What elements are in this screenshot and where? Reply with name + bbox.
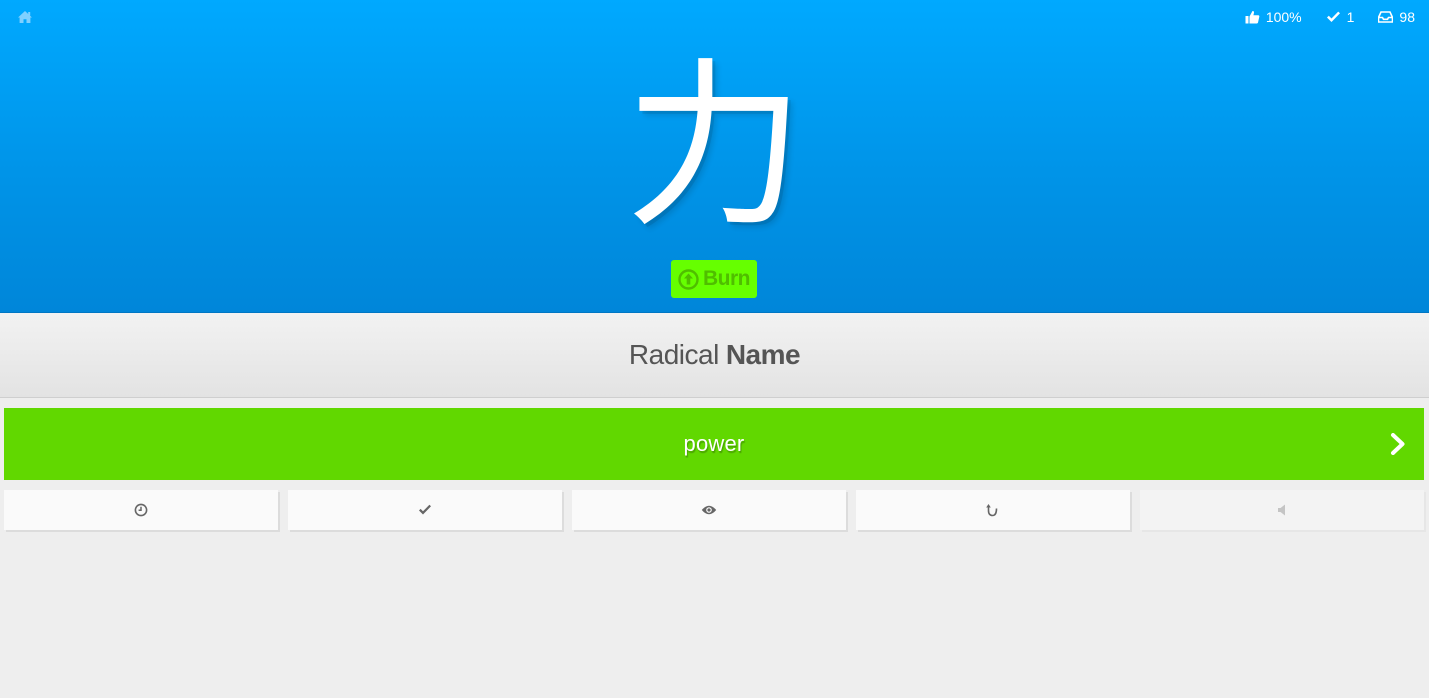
chevron-right-icon xyxy=(1391,433,1405,455)
question-type: Radical xyxy=(628,339,719,370)
success-rate-value: 100% xyxy=(1265,9,1302,25)
retype-button[interactable] xyxy=(856,490,1130,530)
remaining-count-stat: 98 xyxy=(1378,8,1415,26)
stats-bar: 100% 1 98 xyxy=(1221,8,1415,26)
burn-button[interactable]: Burn xyxy=(671,260,757,298)
undo-icon xyxy=(986,504,998,517)
additional-buttons xyxy=(4,490,1424,530)
question-type-bar: Radical Name xyxy=(0,313,1429,398)
lesson-items-button[interactable] xyxy=(288,490,562,530)
clock-icon xyxy=(134,503,148,517)
eye-icon xyxy=(701,505,717,515)
answer-field[interactable]: power xyxy=(4,408,1424,480)
last-items-button[interactable] xyxy=(4,490,278,530)
checkmark-icon xyxy=(1326,11,1340,22)
audio-button[interactable] xyxy=(1140,490,1424,530)
done-count-value: 1 xyxy=(1346,9,1355,25)
remaining-count-value: 98 xyxy=(1399,9,1415,25)
burn-label: Burn xyxy=(703,267,751,290)
audio-icon xyxy=(1278,504,1285,516)
inbox-icon xyxy=(1378,11,1394,23)
arrow-up-circle-icon xyxy=(678,268,699,290)
checkmark-icon xyxy=(419,504,431,515)
submit-button[interactable] xyxy=(1386,430,1410,458)
header: 100% 1 98 力 Burn xyxy=(0,0,1429,313)
radical-character: 力 xyxy=(624,43,805,252)
thumbs-up-icon xyxy=(1245,10,1260,24)
question-category: Name xyxy=(725,339,801,370)
done-count-stat: 1 xyxy=(1326,8,1355,26)
success-rate-stat: 100% xyxy=(1245,8,1302,26)
item-info-button[interactable] xyxy=(572,490,846,530)
answer-value: power xyxy=(683,431,745,456)
home-icon[interactable] xyxy=(17,9,33,25)
